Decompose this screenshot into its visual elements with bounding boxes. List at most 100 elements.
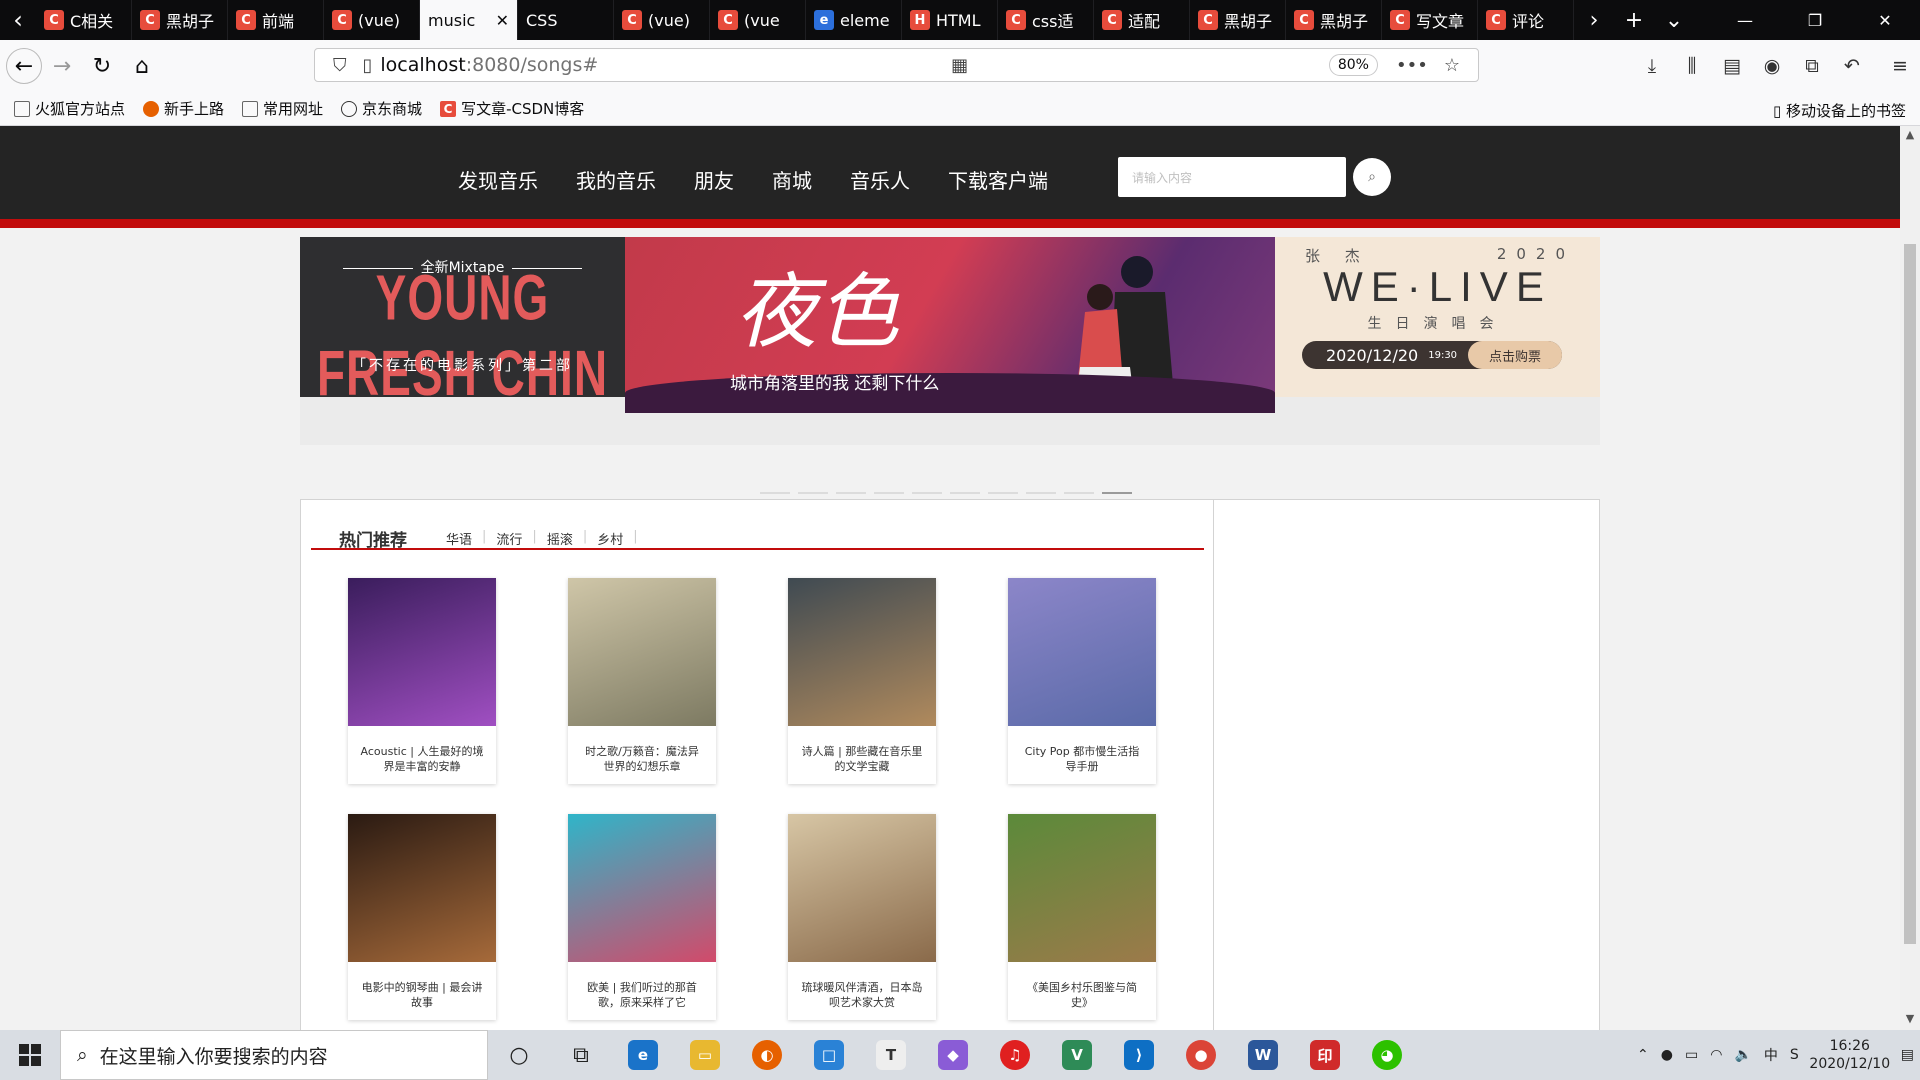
- close-tab-icon[interactable]: ✕: [496, 11, 509, 30]
- browser-tab[interactable]: C (vue): [324, 0, 420, 40]
- app-icon-green[interactable]: V: [1046, 1030, 1108, 1080]
- restore-icon[interactable]: ❐: [1780, 0, 1850, 40]
- browser-tab[interactable]: C 黑胡子: [1286, 0, 1382, 40]
- banner-slide-mixtape[interactable]: 全新Mixtape YOUNG FRESH CHIN 「不存在的电影系列」第二部: [300, 237, 625, 409]
- playlist-title[interactable]: City Pop 都市慢生活指导手册: [1008, 726, 1156, 774]
- buy-ticket-button[interactable]: 点击购票: [1468, 341, 1562, 369]
- carousel-dot[interactable]: [798, 492, 828, 494]
- playlist-card[interactable]: Acoustic | 人生最好的境界是丰富的安静: [348, 578, 496, 784]
- app-icon-blue[interactable]: □: [798, 1030, 860, 1080]
- search-input[interactable]: 请输入内容: [1118, 157, 1346, 197]
- netease-music-app-icon[interactable]: ♫: [984, 1030, 1046, 1080]
- playlist-cover[interactable]: [1008, 578, 1156, 726]
- browser-tab[interactable]: C 黑胡子: [1190, 0, 1286, 40]
- clock[interactable]: 16:26 2020/12/10: [1805, 1037, 1895, 1073]
- battery-icon[interactable]: ▭: [1685, 1047, 1698, 1063]
- download-icon[interactable]: ⤓: [1632, 46, 1672, 86]
- tab-pop[interactable]: 流行: [496, 529, 522, 548]
- playlist-card[interactable]: 琉球暖风伴清酒，日本岛呗艺术家大赏: [788, 814, 936, 1020]
- playlist-title[interactable]: 诗人篇 | 那些藏在音乐里的文学宝藏: [788, 726, 936, 774]
- reload-icon[interactable]: ↻: [82, 46, 122, 86]
- notification-icon[interactable]: ▤: [1901, 1047, 1914, 1063]
- playlist-title[interactable]: 琉球暖风伴清酒，日本岛呗艺术家大赏: [788, 962, 936, 1010]
- browser-tab[interactable]: C 黑胡子: [132, 0, 228, 40]
- browser-tab[interactable]: e eleme: [806, 0, 902, 40]
- nav-friends[interactable]: 朋友: [694, 165, 734, 194]
- playlist-card[interactable]: 欧美 | 我们听过的那首歌，原来采样了它: [568, 814, 716, 1020]
- nav-musician[interactable]: 音乐人: [850, 165, 910, 194]
- minimize-icon[interactable]: —: [1710, 0, 1780, 40]
- carousel-dot[interactable]: [760, 492, 790, 494]
- carousel-dot[interactable]: [912, 492, 942, 494]
- bookmark-item[interactable]: 新手上路: [143, 98, 224, 119]
- tabs-scroll-right-icon[interactable]: ›: [1574, 0, 1614, 40]
- word-app-icon[interactable]: W: [1232, 1030, 1294, 1080]
- ime-indicator[interactable]: 中: [1764, 1045, 1778, 1065]
- menu-icon[interactable]: ≡: [1880, 46, 1920, 86]
- tray-wechat-icon[interactable]: ●: [1661, 1047, 1673, 1063]
- edge-app-icon[interactable]: e: [612, 1030, 674, 1080]
- banner-slide-welive[interactable]: 张 杰 2020 WE·LIVE 生日演唱会 2020/12/20 19:30 …: [1275, 237, 1600, 397]
- bookmark-item[interactable]: 京东商城: [341, 98, 422, 119]
- typora-app-icon[interactable]: T: [860, 1030, 922, 1080]
- tab-rock[interactable]: 摇滚: [547, 529, 573, 548]
- scrollbar-thumb[interactable]: [1904, 244, 1916, 944]
- browser-tab[interactable]: C (vue): [614, 0, 710, 40]
- zoom-badge[interactable]: 80%: [1328, 54, 1378, 76]
- carousel-dot[interactable]: [836, 492, 866, 494]
- playlist-cover[interactable]: [568, 578, 716, 726]
- page-actions-icon[interactable]: •••: [1396, 55, 1428, 76]
- vscode-app-icon[interactable]: ⟩: [1108, 1030, 1170, 1080]
- banner-slide-night[interactable]: 夜色 城市角落里的我 还剩下什么: [625, 237, 1275, 413]
- browser-tab[interactable]: C (vue: [710, 0, 806, 40]
- browser-tab[interactable]: music ✕: [420, 0, 518, 40]
- tab-country[interactable]: 乡村: [597, 529, 623, 548]
- playlist-card[interactable]: 时之歌/万籁音：魔法异世界的幻想乐章: [568, 578, 716, 784]
- browser-tab[interactable]: C 适配: [1094, 0, 1190, 40]
- mobile-bookmarks[interactable]: ▯ 移动设备上的书签: [1773, 100, 1906, 121]
- nav-download-client[interactable]: 下载客户端: [948, 165, 1048, 194]
- close-window-icon[interactable]: ✕: [1850, 0, 1920, 40]
- banner-carousel[interactable]: 全新Mixtape YOUNG FRESH CHIN 「不存在的电影系列」第二部…: [300, 237, 1600, 494]
- playlist-card[interactable]: 诗人篇 | 那些藏在音乐里的文学宝藏: [788, 578, 936, 784]
- playlist-card[interactable]: 电影中的钢琴曲 | 最会讲故事: [348, 814, 496, 1020]
- carousel-dot[interactable]: [874, 492, 904, 494]
- playlist-card[interactable]: City Pop 都市慢生活指导手册: [1008, 578, 1156, 784]
- playlist-title[interactable]: 《美国乡村乐图鉴与简史》: [1008, 962, 1156, 1010]
- back-icon[interactable]: ←: [6, 48, 42, 84]
- search-icon[interactable]: ⌕: [1353, 158, 1391, 196]
- browser-tab[interactable]: C 评论: [1478, 0, 1574, 40]
- carousel-dot[interactable]: [1026, 492, 1056, 494]
- nav-my-music[interactable]: 我的音乐: [576, 165, 656, 194]
- playlist-title[interactable]: Acoustic | 人生最好的境界是丰富的安静: [348, 726, 496, 774]
- library-icon[interactable]: ⫼: [1672, 46, 1712, 86]
- playlist-card[interactable]: 《美国乡村乐图鉴与简史》: [1008, 814, 1156, 1020]
- firefox-app-icon[interactable]: ◐: [736, 1030, 798, 1080]
- qr-code-icon[interactable]: ▦: [951, 55, 968, 76]
- home-icon[interactable]: ⌂: [122, 46, 162, 86]
- playlist-title[interactable]: 欧美 | 我们听过的那首歌，原来采样了它: [568, 962, 716, 1010]
- playlist-cover[interactable]: [348, 814, 496, 962]
- carousel-dot[interactable]: [950, 492, 980, 494]
- playlist-cover[interactable]: [788, 814, 936, 962]
- cortana-icon[interactable]: ○: [488, 1030, 550, 1080]
- screenshot-icon[interactable]: ⧉: [1792, 46, 1832, 86]
- task-view-icon[interactable]: ⧉: [550, 1030, 612, 1080]
- carousel-dot[interactable]: [1064, 492, 1094, 494]
- bookmark-item[interactable]: C 写文章-CSDN博客: [440, 98, 584, 119]
- undo-icon[interactable]: ↶: [1832, 46, 1872, 86]
- tray-app-icon[interactable]: S: [1790, 1047, 1799, 1063]
- scroll-down-icon[interactable]: ▼: [1900, 1012, 1920, 1028]
- carousel-dot[interactable]: [1102, 492, 1132, 494]
- url-bar[interactable]: ⛉ ▯ localhost:8080/songs# ▦ 80% ••• ☆: [314, 48, 1479, 82]
- new-tab-icon[interactable]: +: [1614, 0, 1654, 40]
- start-button[interactable]: [0, 1030, 60, 1080]
- wechat-app-icon[interactable]: ◕: [1356, 1030, 1418, 1080]
- taskbar-search-input[interactable]: ⌕ 在这里输入你要搜索的内容: [60, 1030, 488, 1080]
- page-scrollbar[interactable]: ▲ ▼: [1900, 126, 1920, 1030]
- playlist-cover[interactable]: [348, 578, 496, 726]
- browser-tab[interactable]: H HTML: [902, 0, 998, 40]
- app-icon-red[interactable]: 印: [1294, 1030, 1356, 1080]
- sidebar-icon[interactable]: ▤: [1712, 46, 1752, 86]
- tab-chinese[interactable]: 华语: [446, 529, 472, 548]
